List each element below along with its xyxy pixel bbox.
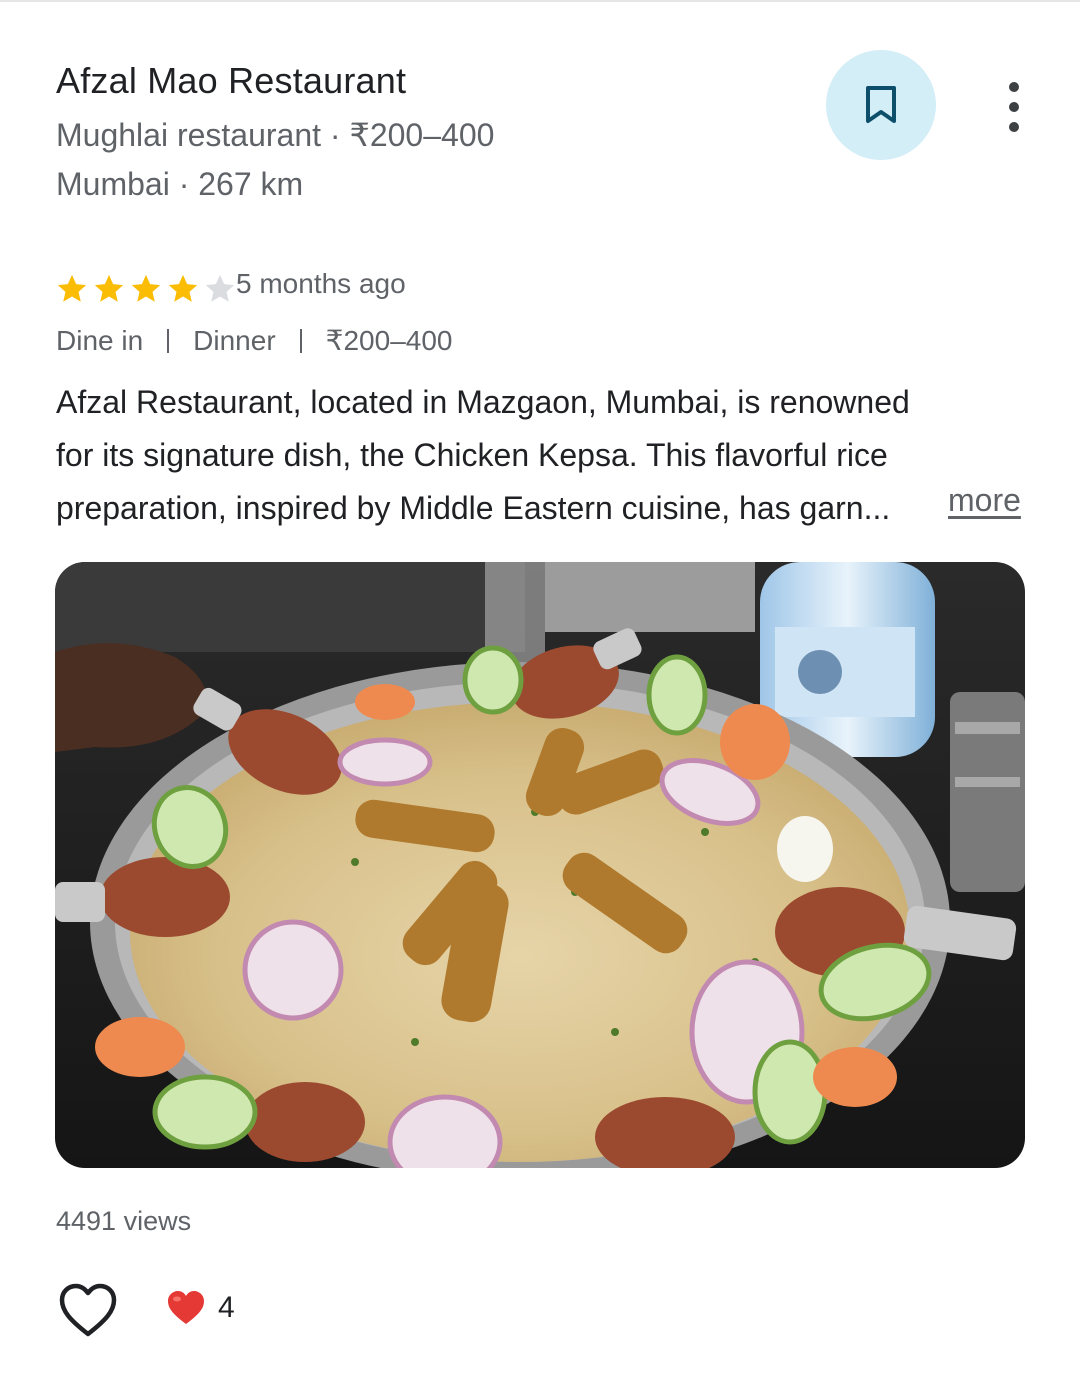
- review-photo[interactable]: [55, 562, 1025, 1168]
- review-text-line: for its signature dish, the Chicken Keps…: [56, 437, 888, 473]
- star-filled-icon: [168, 274, 198, 302]
- star-filled-icon: [57, 274, 87, 302]
- star-filled-icon: [131, 274, 161, 302]
- like-button[interactable]: [58, 1282, 118, 1338]
- tag-meal: Dinner: [193, 324, 276, 356]
- place-title[interactable]: Afzal Mao Restaurant: [56, 60, 406, 102]
- more-vert-icon-dot: [1009, 102, 1019, 112]
- more-link[interactable]: more: [948, 482, 1021, 519]
- star-rating: [54, 272, 238, 306]
- review-text-line: preparation, inspired by Middle Eastern …: [56, 490, 891, 526]
- tag-divider: [299, 328, 302, 353]
- review-tags: Dine in Dinner ₹200–400: [56, 324, 452, 357]
- review-text-line: Afzal Restaurant, located in Mazgaon, Mu…: [56, 384, 910, 420]
- star-filled-icon: [94, 274, 124, 302]
- bookmark-icon: [866, 86, 896, 123]
- save-button[interactable]: [826, 50, 936, 160]
- place-category-price: Mughlai restaurant · ₹200–400: [56, 117, 495, 153]
- review-text: Afzal Restaurant, located in Mazgaon, Mu…: [56, 376, 1036, 535]
- photo-food-platter: [55, 562, 1025, 1168]
- place-location-distance: Mumbai · 267 km: [56, 166, 304, 202]
- review-time: 5 months ago: [236, 268, 406, 299]
- tag-divider: [167, 328, 170, 353]
- heart-outline-icon: [59, 1283, 117, 1337]
- top-divider: [0, 0, 1080, 2]
- tag-service: Dine in: [56, 324, 144, 356]
- more-options-button[interactable]: [990, 78, 1038, 136]
- tag-price: ₹200–400: [325, 325, 453, 356]
- star-empty-icon: [205, 274, 235, 302]
- more-vert-icon-dot: [1009, 122, 1019, 132]
- red-heart-icon: [168, 1291, 204, 1324]
- reaction-count: 4: [218, 1291, 235, 1324]
- view-count: 4491 views: [56, 1206, 192, 1236]
- reaction-summary[interactable]: 4: [166, 1290, 235, 1326]
- more-vert-icon: [1009, 82, 1019, 92]
